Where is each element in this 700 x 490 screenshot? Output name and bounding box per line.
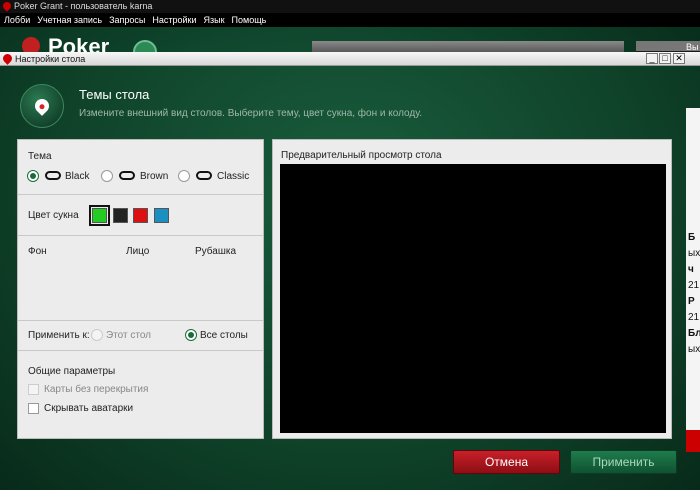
all-tables-label[interactable]: Все столы	[200, 330, 248, 341]
lobby-fragment: ч	[688, 264, 694, 275]
theme-brown-icon	[119, 171, 135, 180]
background-column-label: Фон	[28, 246, 47, 257]
face-column-label: Лицо	[126, 246, 150, 257]
preview-title: Предварительный просмотр стола	[281, 150, 442, 161]
app-title: Poker Grant - пользователь karna	[14, 1, 153, 11]
apply-to-label: Применить к:	[28, 330, 90, 341]
dialog-title: Настройки стола	[15, 54, 86, 64]
lobby-fragment: 21	[688, 280, 700, 291]
lobby-fragment: Р	[688, 296, 695, 307]
cloth-blue-swatch[interactable]	[154, 208, 169, 223]
lobby-fragment: Вы	[686, 42, 699, 52]
menu-lobby[interactable]: Лобби	[4, 13, 30, 27]
preview-panel: Предварительный просмотр стола	[272, 139, 672, 439]
table-preview	[280, 164, 666, 433]
cloth-label: Цвет сукна	[28, 210, 79, 221]
theme-black-label[interactable]: Black	[65, 171, 89, 182]
theme-classic-label[interactable]: Classic	[217, 171, 249, 182]
app-titlebar: Poker Grant - пользователь karna	[0, 0, 700, 13]
theme-brown-radio[interactable]	[101, 170, 113, 182]
lobby-red-button[interactable]	[686, 430, 700, 452]
lobby-fragment: 21	[688, 312, 700, 323]
theme-label: Тема	[28, 151, 52, 162]
cloth-red-swatch[interactable]	[133, 208, 148, 223]
table-settings-dialog: Настройки стола _ □ ✕ Темы стола Изменит…	[0, 52, 700, 490]
apply-button[interactable]: Применить	[570, 450, 677, 474]
theme-classic-radio[interactable]	[178, 170, 190, 182]
theme-section: Тема Black Brown Classic	[18, 140, 263, 195]
no-overlap-label[interactable]: Карты без перекрытия	[44, 384, 148, 395]
cancel-button[interactable]: Отмена	[453, 450, 560, 474]
menu-account[interactable]: Учетная запись	[37, 13, 102, 27]
app-menubar: Лобби Учетная запись Запросы Настройки Я…	[0, 13, 700, 27]
dialog-body: Темы стола Измените внешний вид столов. …	[0, 66, 700, 490]
back-column-label: Рубашка	[195, 246, 237, 257]
maximize-button[interactable]: □	[659, 53, 671, 64]
menu-settings[interactable]: Настройки	[152, 13, 196, 27]
lobby-fragment: Б	[688, 232, 696, 243]
general-label: Общие параметры	[28, 366, 116, 377]
cloth-black-swatch[interactable]	[113, 208, 128, 223]
dialog-logo-icon	[1, 52, 14, 65]
lobby-fragment: ых	[688, 248, 700, 259]
divider	[18, 235, 263, 236]
theme-classic-icon	[196, 171, 212, 180]
all-tables-radio[interactable]	[185, 329, 197, 341]
minimize-button[interactable]: _	[646, 53, 658, 64]
menu-help[interactable]: Помощь	[232, 13, 267, 27]
theme-brown-label[interactable]: Brown	[140, 171, 168, 182]
table-theme-icon	[20, 84, 64, 128]
this-table-label[interactable]: Этот стол	[106, 330, 151, 341]
theme-black-icon	[45, 171, 61, 180]
no-overlap-checkbox[interactable]	[28, 384, 39, 395]
header-subtitle: Измените внешний вид столов. Выберите те…	[79, 108, 422, 119]
hide-avatars-label[interactable]: Скрывать аватарки	[44, 403, 133, 414]
lobby-right-text: Б ых ч 21 Р 21 Бл ых	[688, 230, 700, 358]
this-table-radio[interactable]	[91, 329, 103, 341]
hide-avatars-checkbox[interactable]	[28, 403, 39, 414]
close-button[interactable]: ✕	[673, 53, 685, 64]
header-title: Темы стола	[79, 87, 150, 102]
app-logo-icon	[1, 0, 13, 12]
theme-black-radio[interactable]	[27, 170, 39, 182]
lobby-fragment: Бл	[688, 328, 700, 339]
menu-requests[interactable]: Запросы	[109, 13, 145, 27]
divider	[18, 350, 263, 351]
menu-language[interactable]: Язык	[204, 13, 225, 27]
cloth-green-swatch[interactable]	[89, 205, 110, 226]
settings-panel: Тема Black Brown Classic Цвет сукна Фон	[17, 139, 264, 439]
divider	[18, 320, 263, 321]
lobby-fragment: ых	[688, 344, 700, 355]
dialog-titlebar[interactable]: Настройки стола _ □ ✕	[0, 52, 700, 66]
